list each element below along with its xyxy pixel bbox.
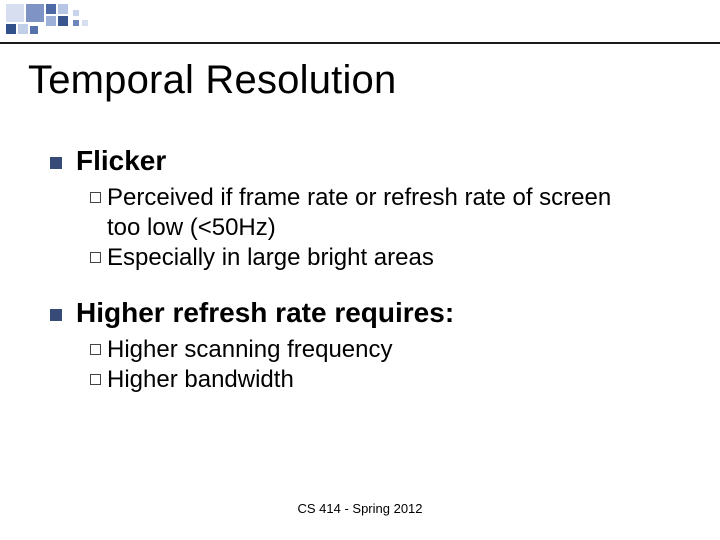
header-rule (0, 42, 720, 44)
decor-square (46, 16, 56, 26)
sub-bullet-text: Higher scanning frequency (107, 335, 393, 365)
decor-square (73, 20, 79, 26)
bullet-level2: Higher scanning frequency (90, 335, 680, 365)
decor-square (26, 4, 44, 22)
slide: Temporal Resolution Flicker Perceived if… (0, 0, 720, 540)
open-square-bullet-icon (90, 344, 101, 355)
bullet-level2: Especially in large bright areas (90, 243, 680, 273)
decor-square (73, 10, 79, 16)
slide-body: Flicker Perceived if frame rate or refre… (50, 145, 680, 419)
sub-bullet-text: Especially in large bright areas (107, 243, 434, 273)
decor-square (58, 16, 68, 26)
sub-bullet-text: Perceived if frame rate or refresh rate … (107, 183, 647, 243)
bullet-group: Higher refresh rate requires: Higher sca… (50, 297, 680, 395)
decor-square (18, 24, 28, 34)
decor-square (58, 4, 68, 14)
square-bullet-icon (50, 157, 62, 169)
square-bullet-icon (50, 309, 62, 321)
sub-bullet-text: Higher bandwidth (107, 365, 294, 395)
bullet-level2: Perceived if frame rate or refresh rate … (90, 183, 680, 243)
decor-square (6, 24, 16, 34)
header-decor (0, 0, 720, 46)
decor-square (46, 4, 56, 14)
bullet-label: Higher refresh rate requires: (76, 297, 454, 329)
decor-square (82, 20, 88, 26)
slide-title: Temporal Resolution (28, 58, 396, 103)
bullet-level1: Flicker (50, 145, 680, 177)
decor-square (6, 4, 24, 22)
bullet-group: Flicker Perceived if frame rate or refre… (50, 145, 680, 273)
bullet-level1: Higher refresh rate requires: (50, 297, 680, 329)
open-square-bullet-icon (90, 252, 101, 263)
open-square-bullet-icon (90, 374, 101, 385)
slide-footer: CS 414 - Spring 2012 (0, 501, 720, 516)
decor-square (30, 26, 38, 34)
open-square-bullet-icon (90, 192, 101, 203)
bullet-label: Flicker (76, 145, 166, 177)
bullet-level2: Higher bandwidth (90, 365, 680, 395)
